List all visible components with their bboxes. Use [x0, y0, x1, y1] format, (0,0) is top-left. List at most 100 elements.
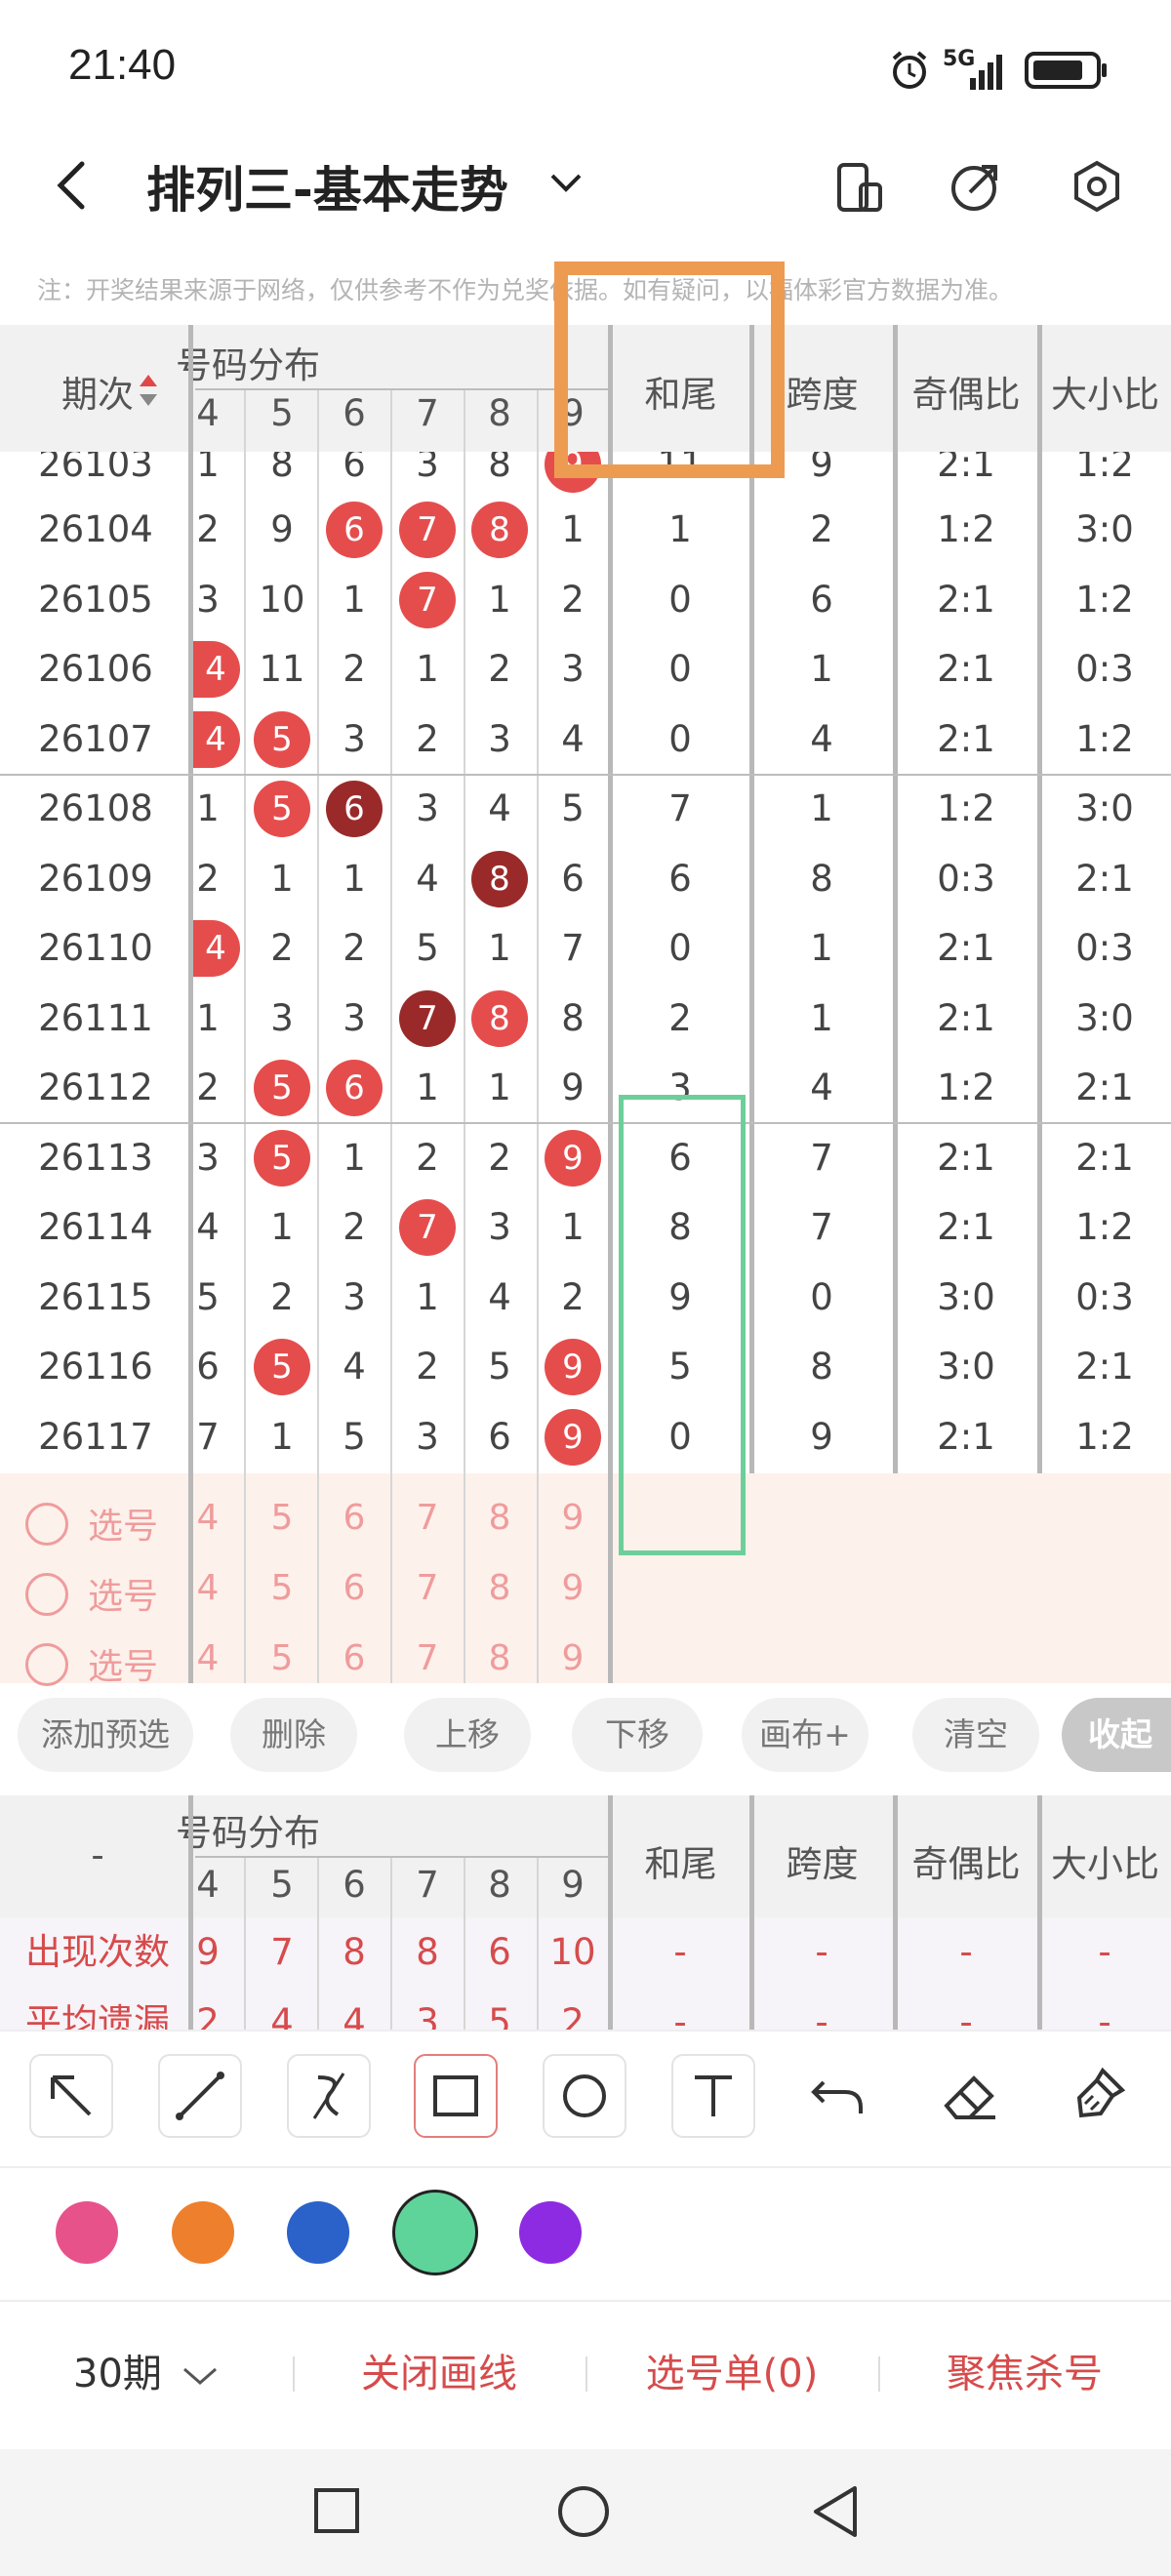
pick-digit[interactable]: 9	[539, 1498, 607, 1538]
pick-label[interactable]: 选号	[88, 1638, 158, 1689]
digit-cell: 1	[343, 578, 366, 621]
table-row[interactable]: 26107 4 5 3 2 3 4 0 4 2:1 1:2	[0, 704, 1171, 775]
digit-header: 7	[416, 392, 439, 434]
pick-digit[interactable]: 9	[539, 1568, 607, 1608]
pick-label[interactable]: 选号	[88, 1568, 158, 1619]
table-row[interactable]: 26111 1 3 3 7 8 8 2 1 2:1 3:0	[0, 984, 1171, 1054]
digit-cell: 3	[488, 1206, 511, 1248]
pick-radio-icon[interactable]	[25, 1573, 68, 1616]
table-row[interactable]: 26116 6 5 4 2 5 9 5 8 3:0 2:1	[0, 1332, 1171, 1402]
pick-digit[interactable]: 7	[393, 1638, 462, 1678]
eraser-icon[interactable]	[931, 2057, 1009, 2135]
table-row[interactable]: 26109 2 1 1 4 8 6 6 8 0:3 2:1	[0, 844, 1171, 914]
arrow-tool-icon[interactable]	[29, 2054, 113, 2138]
home-icon[interactable]	[556, 2484, 611, 2539]
pick-radio-icon[interactable]	[25, 1503, 68, 1546]
pick-digit[interactable]: 5	[248, 1568, 316, 1608]
sort-arrows-icon[interactable]	[137, 369, 160, 412]
recent-apps-icon[interactable]	[312, 2486, 361, 2535]
status-time: 21:40	[68, 41, 177, 89]
col-header-big-small[interactable]: 大小比	[1039, 365, 1171, 418]
digit-cell: 9	[270, 508, 294, 550]
curve-tool-icon[interactable]	[287, 2054, 371, 2138]
table-row[interactable]: 26108 1 5 6 3 4 5 7 1 1:2 3:0	[0, 774, 1171, 844]
battery-icon	[1025, 51, 1109, 90]
pick-digit[interactable]: 8	[465, 1638, 534, 1678]
color-swatch-orange[interactable]	[172, 2201, 234, 2264]
close-drawing-button[interactable]: 关闭画线	[322, 2342, 556, 2398]
digit-cell: 2	[196, 508, 220, 550]
digit-ball: 8	[471, 502, 528, 558]
line-tool-icon[interactable]	[158, 2054, 242, 2138]
digit-cell: 4	[196, 1206, 220, 1248]
undo-icon[interactable]	[800, 2057, 878, 2135]
color-swatch-blue[interactable]	[287, 2201, 349, 2264]
pick-digit[interactable]: 4	[174, 1568, 242, 1608]
pick-digit[interactable]: 8	[465, 1498, 534, 1538]
pick-list-button[interactable]: 选号单(0)	[615, 2342, 849, 2398]
digit-ball: 5	[254, 710, 310, 768]
table-row[interactable]: 26106 4 11 2 1 2 3 0 1 2:1 0:3	[0, 634, 1171, 704]
action-button-3[interactable]: 下移	[572, 1698, 703, 1772]
digit-cell: 1	[488, 578, 511, 621]
chevron-down-icon	[181, 2354, 220, 2398]
pick-digit[interactable]: 9	[539, 1638, 607, 1678]
color-swatch-purple[interactable]	[519, 2201, 582, 2264]
page-title[interactable]: 排列三-基本走势	[146, 151, 508, 221]
table-row[interactable]: 26105 3 10 1 7 1 2 0 6 2:1 1:2	[0, 565, 1171, 635]
pick-digit[interactable]: 4	[174, 1638, 242, 1678]
odd-even-cell: 1:2	[937, 787, 995, 829]
table-row[interactable]: 26104 2 9 6 7 8 1 1 2 1:2 3:0	[0, 495, 1171, 565]
pick-digit[interactable]: 7	[393, 1568, 462, 1608]
phone-orientation-icon[interactable]	[831, 161, 884, 214]
period-selector[interactable]: 30期	[73, 2342, 220, 2398]
table-row[interactable]: 26114 4 1 2 7 3 1 8 7 2:1 1:2	[0, 1192, 1171, 1263]
share-icon[interactable]	[949, 159, 1003, 214]
col-header-odd-even[interactable]: 奇偶比	[893, 365, 1039, 418]
table-row[interactable]: 26112 2 5 6 1 1 9 3 4 1:2 2:1	[0, 1053, 1171, 1123]
grid-line	[1037, 1795, 1042, 2030]
pick-digit[interactable]: 5	[248, 1498, 316, 1538]
color-swatch-green-selected[interactable]	[392, 2190, 478, 2275]
back-arrow-icon[interactable]	[49, 156, 98, 215]
pick-digit[interactable]: 6	[320, 1568, 388, 1608]
digit-cell: 2	[343, 1206, 366, 1248]
text-tool-icon[interactable]	[671, 2054, 755, 2138]
action-button-6[interactable]: 收起	[1062, 1698, 1171, 1772]
pick-digit[interactable]: 4	[174, 1498, 242, 1538]
back-triangle-icon[interactable]	[808, 2484, 863, 2539]
pick-digit[interactable]: 7	[393, 1498, 462, 1538]
action-button-0[interactable]: 添加预选	[18, 1698, 193, 1772]
action-button-4[interactable]: 画布+	[742, 1698, 868, 1772]
sum-tail-cell: 2	[668, 996, 692, 1039]
focus-kill-button[interactable]: 聚焦杀号	[908, 2342, 1142, 2398]
rectangle-tool-icon[interactable]	[414, 2054, 498, 2138]
pick-digit[interactable]: 5	[248, 1638, 316, 1678]
table-row[interactable]: 26113 3 5 1 2 2 9 6 7 2:1 2:1	[0, 1123, 1171, 1193]
color-swatch-pink[interactable]	[56, 2201, 118, 2264]
big-small-cell: 2:1	[1075, 857, 1134, 900]
action-button-2[interactable]: 上移	[404, 1698, 531, 1772]
pick-digit[interactable]: 6	[320, 1498, 388, 1538]
table-row[interactable]: 26110 4 2 2 5 1 7 0 1 2:1 0:3	[0, 913, 1171, 984]
table-row[interactable]: 26115 5 2 3 1 4 2 9 0 3:0 0:3	[0, 1263, 1171, 1333]
pick-label[interactable]: 选号	[88, 1498, 158, 1549]
sum-tail-cell: 0	[668, 648, 692, 690]
period-cell: 26116	[38, 1346, 153, 1388]
action-button-1[interactable]: 删除	[230, 1698, 357, 1772]
pick-digit[interactable]: 6	[320, 1638, 388, 1678]
big-small-cell: 3:0	[1075, 787, 1134, 829]
clear-brush-icon[interactable]	[1058, 2057, 1136, 2135]
col-header-period[interactable]: 期次	[49, 365, 146, 418]
action-button-5[interactable]: 清空	[912, 1698, 1039, 1772]
odd-even-cell: 2:1	[937, 1136, 995, 1179]
pick-digit[interactable]: 8	[465, 1568, 534, 1608]
table-row[interactable]: 26117 7 1 5 3 6 9 0 9 2:1 1:2	[0, 1402, 1171, 1472]
chevron-down-icon[interactable]	[546, 168, 586, 197]
grid-line	[608, 325, 613, 1683]
period-cell: 26104	[38, 508, 153, 550]
circle-tool-icon[interactable]	[543, 2054, 626, 2138]
pick-radio-icon[interactable]	[25, 1643, 68, 1686]
span-cell: 8	[810, 1346, 833, 1388]
settings-icon[interactable]	[1070, 159, 1124, 214]
